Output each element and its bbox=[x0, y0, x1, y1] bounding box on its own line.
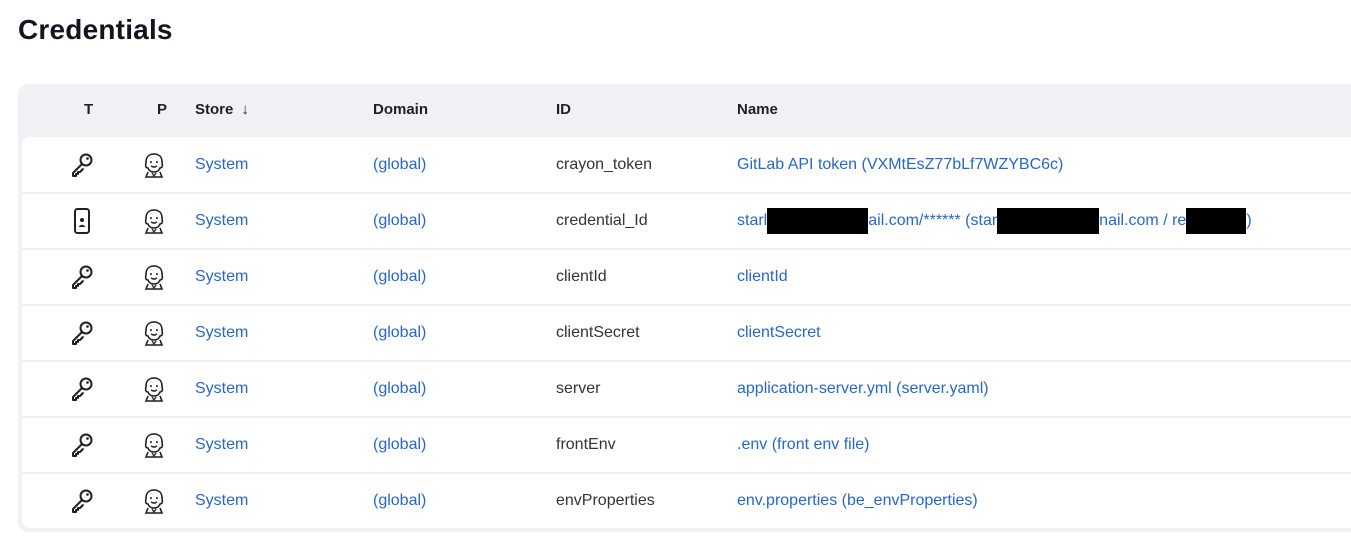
header-id[interactable]: ID bbox=[556, 101, 571, 118]
key-icon bbox=[68, 263, 96, 291]
domain-link[interactable]: (global) bbox=[373, 212, 426, 230]
table-header: T P Store ↓ Domain ID Name bbox=[22, 84, 1351, 137]
credential-id: crayon_token bbox=[556, 155, 653, 173]
credential-name-link[interactable]: application-server.yml (server.yaml) bbox=[737, 380, 989, 398]
table-row: System (global) frontEnv .env (front env… bbox=[22, 416, 1351, 472]
domain-link[interactable]: (global) bbox=[373, 324, 426, 342]
table-row: System (global) envProperties env.proper… bbox=[22, 472, 1351, 528]
table-row: System (global) credential_Id starl ail.c… bbox=[22, 192, 1351, 248]
credential-name-link[interactable]: .env (front env file) bbox=[737, 436, 870, 454]
table-row: System (global) clientId clientId bbox=[22, 248, 1351, 304]
table-row: System (global) server application-serve… bbox=[22, 360, 1351, 416]
key-icon bbox=[68, 151, 96, 179]
table-body: System (global) crayon_token GitLab API … bbox=[22, 137, 1351, 528]
credential-id: frontEnv bbox=[556, 436, 616, 453]
name-part: ail.com/****** (star bbox=[868, 212, 998, 230]
jenkins-icon bbox=[140, 151, 168, 179]
credential-id: clientId bbox=[556, 268, 607, 285]
header-type[interactable]: T bbox=[84, 101, 93, 118]
header-store[interactable]: Store ↓ bbox=[195, 101, 249, 118]
store-link[interactable]: System bbox=[195, 324, 248, 342]
credential-name-link[interactable]: starl ail.com/****** (star nail.com / re) bbox=[737, 208, 1252, 234]
store-link[interactable]: System bbox=[195, 268, 248, 286]
credential-name-link[interactable]: clientId bbox=[737, 268, 788, 286]
jenkins-icon bbox=[140, 375, 168, 403]
domain-link[interactable]: (global) bbox=[373, 156, 426, 174]
store-link[interactable]: System bbox=[195, 156, 248, 174]
redaction-box bbox=[767, 208, 869, 234]
header-store-label: Store bbox=[195, 101, 234, 118]
key-icon bbox=[68, 431, 96, 459]
jenkins-icon bbox=[140, 207, 168, 235]
redaction-box bbox=[997, 208, 1100, 234]
store-link[interactable]: System bbox=[195, 380, 248, 398]
store-link[interactable]: System bbox=[195, 212, 248, 230]
header-domain[interactable]: Domain bbox=[373, 101, 428, 118]
credential-id: clientSecret bbox=[556, 324, 640, 341]
domain-link[interactable]: (global) bbox=[373, 268, 426, 286]
key-icon bbox=[68, 319, 96, 347]
mobile-certificate-icon bbox=[68, 207, 96, 235]
jenkins-icon bbox=[140, 319, 168, 347]
name-part: starl bbox=[737, 212, 768, 230]
credential-name-link[interactable]: clientSecret bbox=[737, 324, 821, 342]
table-row: System (global) crayon_token GitLab API … bbox=[22, 137, 1351, 192]
jenkins-icon bbox=[140, 487, 168, 515]
domain-link[interactable]: (global) bbox=[373, 380, 426, 398]
credential-id: envProperties bbox=[556, 492, 655, 509]
credential-id: credential_Id bbox=[556, 212, 648, 229]
header-name[interactable]: Name bbox=[737, 101, 778, 118]
jenkins-icon bbox=[140, 263, 168, 291]
domain-link[interactable]: (global) bbox=[373, 492, 426, 510]
credential-name-link[interactable]: GitLab API token (VXMtEsZ77bLf7WZYBC6c) bbox=[737, 156, 1063, 174]
page-title: Credentials bbox=[18, 14, 173, 45]
redaction-box bbox=[1186, 208, 1247, 234]
store-link[interactable]: System bbox=[195, 436, 248, 454]
sort-down-icon: ↓ bbox=[241, 101, 249, 118]
domain-link[interactable]: (global) bbox=[373, 436, 426, 454]
credential-name-link[interactable]: env.properties (be_envProperties) bbox=[737, 492, 978, 510]
store-link[interactable]: System bbox=[195, 492, 248, 510]
jenkins-icon bbox=[140, 431, 168, 459]
name-part: ) bbox=[1246, 212, 1252, 230]
key-icon bbox=[68, 375, 96, 403]
key-icon bbox=[68, 487, 96, 515]
header-provider[interactable]: P bbox=[157, 101, 167, 118]
table-row: System (global) clientSecret clientSecre… bbox=[22, 304, 1351, 360]
name-part: nail.com / re bbox=[1099, 212, 1187, 230]
credentials-table: T P Store ↓ Domain ID Name System (global… bbox=[18, 84, 1351, 532]
credential-id: server bbox=[556, 380, 601, 397]
